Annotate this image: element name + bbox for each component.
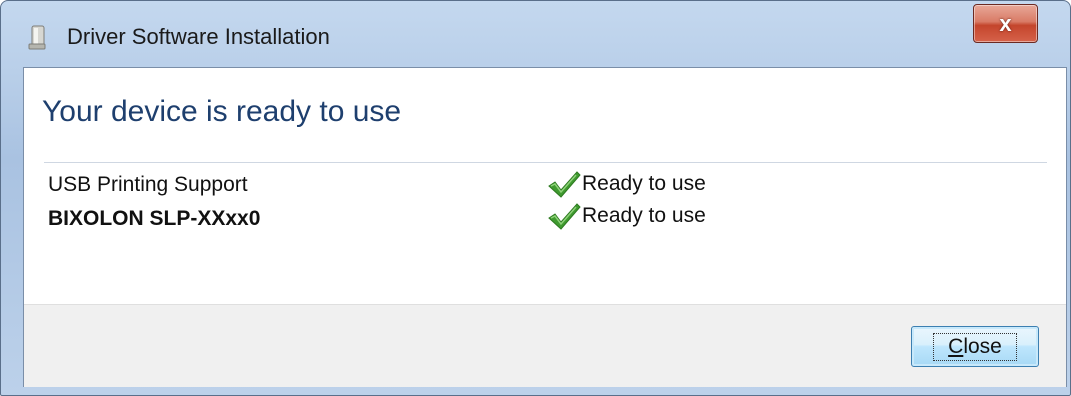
close-button[interactable]: Close	[911, 326, 1039, 367]
close-button-accelerator: C	[948, 334, 964, 358]
device-status-row: Ready to use	[546, 169, 706, 199]
button-bar: Close	[24, 304, 1066, 387]
close-icon: x	[999, 10, 1012, 36]
dialog-window: Driver Software Installation x Your devi…	[0, 0, 1071, 396]
device-name-bixolon: BIXOLON SLP-XXxx0	[48, 207, 261, 230]
device-name-usb-printing-support: USB Printing Support	[48, 173, 248, 196]
page-title: Your device is ready to use	[42, 95, 402, 128]
device-status-text: Ready to use	[582, 172, 706, 195]
divider	[44, 162, 1047, 163]
green-checkmark-icon	[548, 203, 581, 230]
device-status-text: Ready to use	[582, 204, 706, 227]
window-title: Driver Software Installation	[67, 24, 330, 49]
green-checkmark-icon	[548, 171, 581, 198]
close-button-label-rest: lose	[963, 334, 1002, 358]
title-bar[interactable]: Driver Software Installation x	[1, 1, 1070, 69]
dialog-content: Your device is ready to use USB Printing…	[23, 67, 1067, 387]
close-button-label: Close	[933, 332, 1017, 361]
device-status-row: Ready to use	[546, 201, 706, 231]
device-installer-icon	[28, 23, 50, 51]
window-close-button[interactable]: x	[973, 4, 1038, 43]
